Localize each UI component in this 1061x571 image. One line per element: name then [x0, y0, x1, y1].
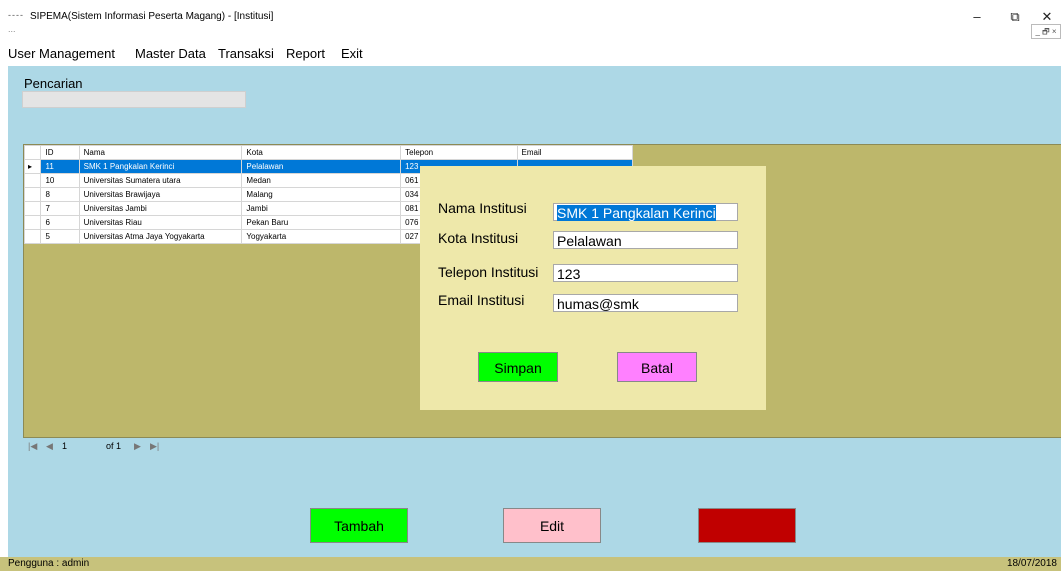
- mdi-child-icon: ...: [8, 24, 16, 34]
- nama-institusi-label: Nama Institusi: [438, 200, 527, 216]
- app-icon: ----: [8, 10, 24, 20]
- cell-kota[interactable]: Yogyakarta: [241, 229, 402, 244]
- tambah-button[interactable]: Tambah: [310, 508, 408, 543]
- email-institusi-field[interactable]: humas@smk: [553, 294, 738, 312]
- batal-button[interactable]: Batal: [617, 352, 697, 382]
- institusi-form: Pencarian ID Nama Kota Telepon Email ▸ 1…: [8, 66, 1061, 557]
- email-institusi-label: Email Institusi: [438, 292, 525, 308]
- edit-panel: Nama Institusi SMK 1 Pangkalan Kerinci K…: [420, 166, 766, 410]
- count-label: of 1: [106, 441, 122, 451]
- row-header[interactable]: [23, 187, 42, 202]
- column-header-id[interactable]: ID: [40, 145, 80, 160]
- cell-nama[interactable]: Universitas Sumatera utara: [78, 173, 243, 188]
- cell-kota[interactable]: Malang: [241, 187, 402, 202]
- search-label: Pencarian: [24, 76, 83, 91]
- row-header[interactable]: [23, 229, 42, 244]
- status-user: Pengguna : admin: [8, 558, 90, 569]
- cell-kota[interactable]: Medan: [241, 173, 402, 188]
- cell-id[interactable]: 8: [40, 187, 80, 202]
- menu-master-data[interactable]: Master Data: [135, 46, 206, 61]
- telepon-institusi-label: Telepon Institusi: [438, 264, 539, 280]
- simpan-button[interactable]: Simpan: [478, 352, 558, 382]
- move-last-icon[interactable]: ▶|: [150, 441, 159, 452]
- nama-institusi-value: SMK 1 Pangkalan Kerinci: [557, 205, 716, 221]
- table-header-row: ID Nama Kota Telepon Email: [23, 145, 634, 160]
- cell-id[interactable]: 5: [40, 229, 80, 244]
- title-bar: ---- SIPEMA(Sistem Informasi Peserta Mag…: [0, 0, 1061, 40]
- cell-kota[interactable]: Pekan Baru: [241, 215, 402, 230]
- binding-navigator: |◀ ◀ 1 of 1 ▶ ▶|: [22, 437, 182, 455]
- kota-institusi-label: Kota Institusi: [438, 230, 519, 246]
- window-title: SIPEMA(Sistem Informasi Peserta Magang) …: [30, 11, 274, 22]
- column-header-email[interactable]: Email: [516, 145, 634, 160]
- row-header[interactable]: [23, 173, 42, 188]
- menu-report[interactable]: Report: [286, 46, 325, 61]
- cell-nama[interactable]: Universitas Atma Jaya Yogyakarta: [78, 229, 243, 244]
- restore-button[interactable]: ⧉: [1001, 6, 1029, 28]
- status-date: 18/07/2018: [1006, 558, 1057, 569]
- cell-kota[interactable]: Jambi: [241, 201, 402, 216]
- move-next-icon[interactable]: ▶: [134, 441, 141, 452]
- cell-nama[interactable]: Universitas Jambi: [78, 201, 243, 216]
- menu-user-management[interactable]: User Management: [8, 46, 115, 61]
- search-input[interactable]: [22, 91, 246, 108]
- telepon-institusi-field[interactable]: 123: [553, 264, 738, 282]
- column-header-kota[interactable]: Kota: [241, 145, 402, 160]
- menu-transaksi[interactable]: Transaksi: [218, 46, 274, 61]
- current-row-indicator-icon: ▸: [23, 159, 42, 174]
- menu-bar: User Management Master Data Transaksi Re…: [0, 41, 1061, 65]
- nama-institusi-field[interactable]: SMK 1 Pangkalan Kerinci: [553, 203, 738, 221]
- kota-institusi-field[interactable]: Pelalawan: [553, 231, 738, 249]
- cell-nama[interactable]: SMK 1 Pangkalan Kerinci: [78, 159, 243, 174]
- edit-button[interactable]: Edit: [503, 508, 601, 543]
- status-bar: Pengguna : admin 18/07/2018: [0, 557, 1061, 571]
- cell-id[interactable]: 7: [40, 201, 80, 216]
- position-field[interactable]: 1: [62, 441, 67, 451]
- cell-kota[interactable]: Pelalawan: [241, 159, 402, 174]
- row-header-corner: [23, 145, 42, 160]
- move-first-icon[interactable]: |◀: [28, 441, 37, 452]
- row-header[interactable]: [23, 201, 42, 216]
- move-previous-icon[interactable]: ◀: [46, 441, 53, 452]
- cell-id[interactable]: 10: [40, 173, 80, 188]
- hapus-button[interactable]: Hapus: [698, 508, 796, 543]
- mdi-child-controls[interactable]: _ 🗗 ×: [1031, 24, 1061, 39]
- minimize-button[interactable]: –: [963, 6, 991, 28]
- cell-id[interactable]: 11: [40, 159, 80, 174]
- column-header-nama[interactable]: Nama: [78, 145, 243, 160]
- column-header-telepon[interactable]: Telepon: [400, 145, 518, 160]
- cell-nama[interactable]: Universitas Brawijaya: [78, 187, 243, 202]
- cell-nama[interactable]: Universitas Riau: [78, 215, 243, 230]
- row-header[interactable]: [23, 215, 42, 230]
- cell-id[interactable]: 6: [40, 215, 80, 230]
- menu-exit[interactable]: Exit: [341, 46, 363, 61]
